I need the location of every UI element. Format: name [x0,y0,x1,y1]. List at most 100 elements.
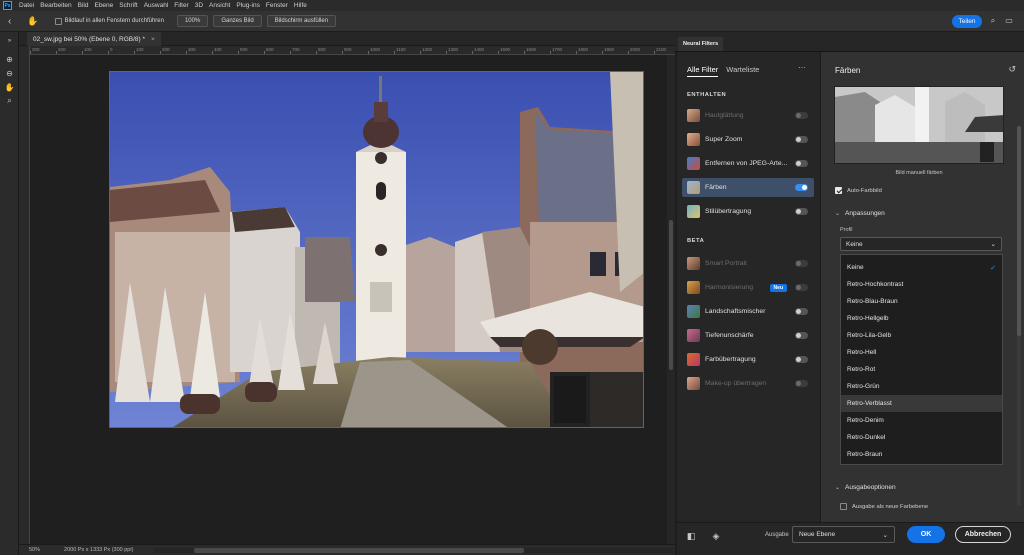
hand-icon[interactable]: ✋ [0,80,19,94]
menu-3d[interactable]: 3D [192,2,206,9]
colorize-preview[interactable] [834,86,1004,164]
profile-option-retro-high-contrast[interactable]: Retro-Hochkontrast [841,276,1002,293]
filter-toggle[interactable] [795,356,808,363]
menu-plugins[interactable]: Plug-ins [233,2,262,9]
vertical-scrollbar[interactable] [667,55,675,544]
output-options-section[interactable]: ⌄ Ausgabeoptionen [835,484,896,491]
menu-bild[interactable]: Bild [75,2,92,9]
filter-item-harmonization[interactable]: Harmonisierung Neu [682,278,814,297]
share-button[interactable]: Teilen [952,15,982,28]
zoom-readout[interactable]: 50% [29,547,40,553]
panel-collapse-icon[interactable]: » [0,34,19,48]
ok-button[interactable]: OK [907,526,945,543]
scroll-all-label: Bildlauf in allen Fenstern durchführen [64,18,164,24]
scroll-all-option[interactable]: Bildlauf in allen Fenstern durchführen [54,17,164,25]
document-tab[interactable]: 02_sw.jpg bei 50% (Ebene 0, RGB/8) * × [27,32,161,46]
output-new-layer-checkbox[interactable] [840,503,847,510]
filter-toggle[interactable] [795,184,808,191]
output-select[interactable]: Neue Ebene ⌄ [792,526,895,543]
filter-item-smart-portrait[interactable]: Smart Portrait [682,254,814,273]
menu-hilfe[interactable]: Hilfe [291,2,310,9]
adjustments-section[interactable]: ⌄ Anpassungen [835,210,885,217]
horizontal-ruler: 300 200 100 0 100 200 300 400 500 600 700 800 900 100… [30,46,675,55]
close-icon[interactable]: × [151,36,155,43]
more-options-icon[interactable]: ··· [798,63,806,72]
layer-preview-icon[interactable]: ◈ [710,531,722,543]
fill-screen-button[interactable]: Bildschirm ausfüllen [266,15,337,27]
filter-item-style-transfer[interactable]: Stilübertragung [682,202,814,221]
filter-item-super-zoom[interactable]: Super Zoom [682,130,814,149]
profile-option-retro-blue-brown[interactable]: Retro-Blau-Braun [841,293,1002,310]
profile-option-retro-green[interactable]: Retro-Grün [841,378,1002,395]
search-icon[interactable]: ⌕ [988,16,998,26]
profile-option-retro-light[interactable]: Retro-Hell [841,344,1002,361]
neural-filters-tab[interactable]: Neural Filters [678,37,724,51]
menu-filter[interactable]: Filter [171,2,191,9]
tab-all-filters[interactable]: Alle Filter [687,65,719,77]
menu-datei[interactable]: Datei [16,2,37,9]
back-chevron-icon[interactable]: ‹ [8,16,11,27]
profile-option-retro-red[interactable]: Retro-Rot [841,361,1002,378]
filter-item-jpeg-artifacts[interactable]: Entfernen von JPEG-Arte... [682,154,814,173]
menu-bar: Ps Datei Bearbeiten Bild Ebene Schrift A… [0,0,1024,11]
filter-toggle[interactable] [795,284,808,291]
horizontal-scroll-thumb[interactable] [194,548,524,553]
filter-toggle[interactable] [795,208,808,215]
menu-ebene[interactable]: Ebene [91,2,116,9]
ruler-tick-label: 1200 [422,47,433,52]
ruler-tick-mark [472,51,473,54]
profile-option-retro-denim[interactable]: Retro-Denim [841,412,1002,429]
auto-color-checkbox[interactable] [835,187,842,194]
workspace-icon[interactable]: ▭ [1004,16,1014,26]
reset-icon[interactable]: ↺ [1008,64,1016,75]
auto-color-option[interactable]: Auto-Farbbild [835,187,882,194]
menu-ansicht[interactable]: Ansicht [206,2,233,9]
settings-scrollbar[interactable] [1017,126,1021,506]
profile-option-retro-brown[interactable]: Retro-Braun [841,446,1002,463]
filter-item-landscape-mixer[interactable]: Landschaftsmischer [682,302,814,321]
document-image[interactable] [109,71,644,428]
tab-waitlist[interactable]: Warteliste [726,65,759,77]
menu-bearbeiten[interactable]: Bearbeiten [37,2,74,9]
scroll-all-checkbox[interactable] [54,17,62,25]
menu-schrift[interactable]: Schrift [116,2,140,9]
filter-item-skin-smoothing[interactable]: Hautglättung [682,106,814,125]
profile-option-retro-purple-yellow[interactable]: Retro-Lila-Gelb [841,327,1002,344]
filter-toggle[interactable] [795,136,808,143]
ruler-tick-label: 1400 [474,47,485,52]
filter-toggle[interactable] [795,332,808,339]
profile-option-retro-light-yellow[interactable]: Retro-Hellgelb [841,310,1002,327]
filter-item-colorize[interactable]: Färben [682,178,814,197]
filter-item-color-transfer[interactable]: Farbübertragung [682,350,814,369]
profile-select[interactable]: Keine ⌄ [840,237,1002,251]
canvas-area[interactable] [30,55,667,544]
profile-option-keine[interactable]: Keine ✓ [841,259,1002,276]
vertical-scroll-thumb[interactable] [669,220,673,370]
zoom-out-icon[interactable]: ⊖ [0,66,19,80]
filter-toggle[interactable] [795,260,808,267]
cancel-button[interactable]: Abbrechen [955,526,1011,543]
filter-toggle[interactable] [795,308,808,315]
output-new-layer-option[interactable]: Ausgabe als neue Farbebene [840,503,928,510]
vertical-ruler [19,46,30,544]
compare-view-icon[interactable]: ◧ [685,531,697,543]
filter-toggle[interactable] [795,160,808,167]
filter-toggle[interactable] [795,380,808,387]
status-bar: 50% 2000 Px x 1333 Px (300 ppi) [19,544,675,555]
zoom-tool-icon[interactable]: ⌕ [0,94,19,108]
fit-screen-button[interactable]: Ganzes Bild [213,15,262,27]
filter-toggle[interactable] [795,112,808,119]
menu-fenster[interactable]: Fenster [263,2,291,9]
zoom-100-button[interactable]: 100% [176,15,209,27]
filter-title: Färben [835,66,861,75]
zoom-in-icon[interactable]: ⊕ [0,52,19,66]
menu-auswahl[interactable]: Auswahl [141,2,172,9]
document-info[interactable]: 2000 Px x 1333 Px (300 ppi) [64,547,133,553]
profile-option-retro-faded[interactable]: Retro-Verblasst [841,395,1002,412]
horizontal-scrollbar[interactable] [154,548,674,553]
option-label: Retro-Hellgelb [847,315,889,322]
settings-scroll-thumb[interactable] [1017,126,1021,336]
filter-item-depth-blur[interactable]: Tiefenunschärfe [682,326,814,345]
profile-option-retro-dark[interactable]: Retro-Dunkel [841,429,1002,446]
filter-item-makeup-transfer[interactable]: Make-up übertragen [682,374,814,393]
